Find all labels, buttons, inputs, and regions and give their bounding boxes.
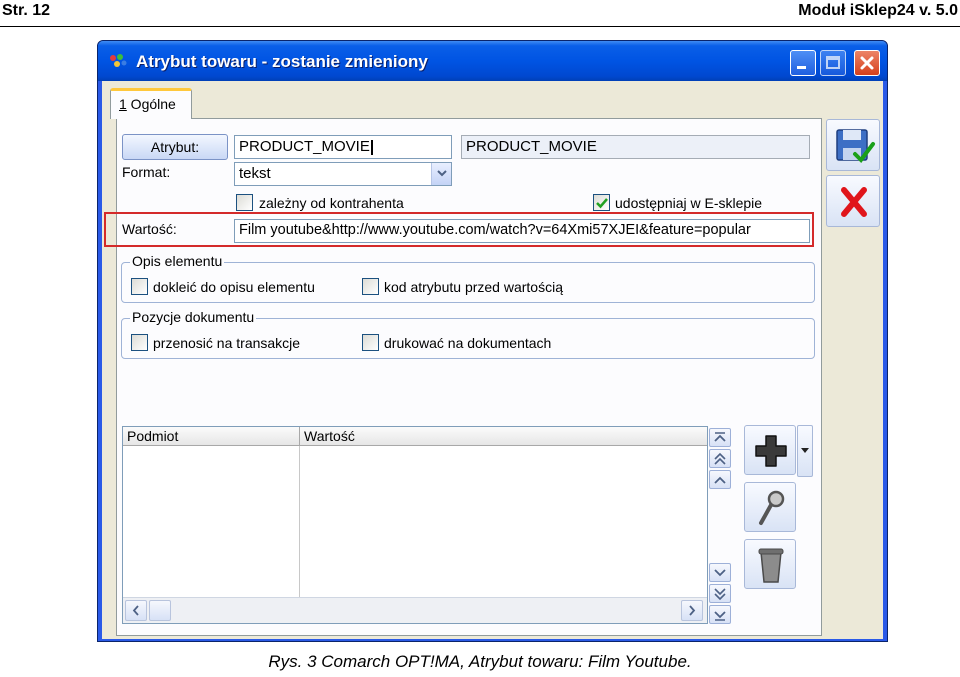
tab-general-label: 1 Ogólne	[119, 96, 176, 112]
row-up-button[interactable]	[709, 470, 731, 489]
chevron-right-icon	[689, 605, 696, 616]
minimize-icon	[797, 66, 806, 69]
print-on-documents-label: drukować na dokumentach	[384, 335, 552, 351]
column-header-value[interactable]: Wartość	[304, 428, 355, 444]
append-to-description-label: dokleić do opisu elementu	[153, 279, 315, 295]
chevron-left-icon	[132, 605, 139, 616]
scroll-left-button[interactable]	[125, 600, 147, 621]
maximize-icon	[826, 56, 840, 69]
app-icon	[110, 54, 127, 67]
save-button[interactable]	[826, 119, 880, 171]
save-icon	[836, 129, 875, 164]
chevron-down-icon	[801, 448, 809, 453]
code-before-value-label: kod atrybutu przed wartością	[384, 279, 563, 295]
column-separator	[299, 427, 300, 446]
share-in-eshop-checkbox[interactable]	[593, 194, 610, 211]
dependent-on-contractor-checkbox[interactable]	[236, 194, 253, 211]
attribute-code-input[interactable]: PRODUCT_MOVIE	[234, 135, 452, 159]
close-icon	[860, 56, 874, 70]
plus-icon	[755, 435, 787, 467]
magnifier-icon	[759, 490, 785, 525]
red-cross-icon	[841, 187, 867, 217]
page-down-button[interactable]	[709, 584, 731, 603]
add-dropdown-button[interactable]	[797, 425, 813, 477]
minimize-button[interactable]	[790, 50, 816, 76]
dependent-on-contractor-label: zależny od kontrahenta	[259, 195, 404, 211]
tab-general[interactable]: 1 Ogólne	[110, 88, 192, 119]
page-number: Str. 12	[2, 2, 51, 19]
page-up-button[interactable]	[709, 449, 731, 468]
trash-icon	[758, 548, 784, 583]
value-highlight-frame	[104, 212, 814, 247]
share-in-eshop-label: udostępniaj w E-sklepie	[615, 195, 763, 211]
move-last-button[interactable]	[709, 605, 731, 624]
maximize-button[interactable]	[820, 50, 846, 76]
format-selected-value: tekst	[239, 165, 271, 182]
append-to-description-checkbox[interactable]	[131, 278, 148, 295]
close-window-button[interactable]	[854, 50, 880, 76]
text-caret	[370, 139, 373, 155]
element-description-title: Opis elementu	[130, 253, 225, 269]
format-select[interactable]: tekst	[234, 162, 452, 186]
checkmark-icon	[596, 198, 608, 209]
format-dropdown-button[interactable]	[431, 163, 451, 185]
subject-value-grid[interactable]: Podmiot Wartość	[122, 426, 708, 624]
attribute-name-field: PRODUCT_MOVIE	[461, 135, 810, 159]
chevron-up-icon	[714, 476, 726, 484]
column-divider	[299, 446, 300, 598]
preview-button[interactable]	[744, 482, 796, 532]
window-title: Atrybut towaru - zostanie zmieniony	[136, 52, 428, 71]
double-chevron-bottom-icon	[714, 611, 726, 621]
grid-header: Podmiot Wartość	[123, 427, 707, 446]
double-chevron-top-icon	[714, 432, 726, 442]
module-version: Moduł iSklep24 v. 5.0	[798, 2, 958, 19]
transfer-to-transactions-checkbox[interactable]	[131, 334, 148, 351]
print-on-documents-checkbox[interactable]	[362, 334, 379, 351]
attribute-button[interactable]: Atrybut:	[122, 134, 228, 160]
transfer-to-transactions-label: przenosić na transakcje	[153, 335, 301, 351]
format-label: Format:	[122, 164, 171, 180]
scroll-thumb[interactable]	[149, 600, 171, 621]
chevron-down-icon	[437, 170, 447, 177]
column-header-subject[interactable]: Podmiot	[127, 428, 178, 444]
tab-hotkey: 1	[119, 96, 127, 112]
document-items-title: Pozycje dokumentu	[130, 309, 257, 325]
horizontal-scrollbar[interactable]	[123, 597, 707, 623]
double-chevron-up-icon	[714, 452, 726, 465]
document-header: Str. 12 Moduł iSklep24 v. 5.0	[0, 0, 960, 24]
attribute-code-value: PRODUCT_MOVIE	[239, 138, 370, 155]
cancel-button[interactable]	[826, 175, 880, 227]
delete-button[interactable]	[744, 539, 796, 589]
figure-caption: Rys. 3 Comarch OPT!MA, Atrybut towaru: F…	[268, 652, 692, 671]
row-down-button[interactable]	[709, 563, 731, 582]
title-bar[interactable]: Atrybut towaru - zostanie zmieniony	[98, 41, 887, 81]
scroll-right-button[interactable]	[681, 600, 703, 621]
chevron-down-icon	[714, 569, 726, 577]
code-before-value-checkbox[interactable]	[362, 278, 379, 295]
move-first-button[interactable]	[709, 428, 731, 447]
add-button[interactable]	[744, 425, 796, 475]
tab-general-text: Ogólne	[126, 96, 176, 112]
header-rule	[0, 26, 960, 27]
double-chevron-down-icon	[714, 588, 726, 601]
